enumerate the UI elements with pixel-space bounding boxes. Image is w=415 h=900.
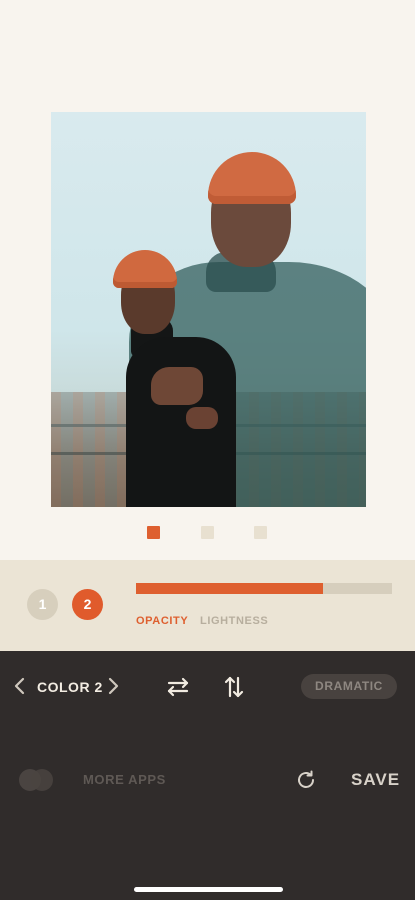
bottom-toolbar: COLOR 2 DRAMATIC MORE APPS SAVE — [0, 651, 415, 900]
color-chip-2[interactable]: 2 — [72, 589, 103, 620]
tab-opacity[interactable]: OPACITY — [136, 615, 188, 627]
photo-preview[interactable] — [51, 112, 366, 507]
preset-dramatic-button[interactable]: DRAMATIC — [301, 674, 397, 699]
page-dot-2[interactable] — [201, 526, 214, 539]
reset-icon[interactable] — [294, 768, 318, 792]
more-apps-icon[interactable] — [18, 768, 54, 792]
swap-vertical-icon[interactable] — [220, 673, 248, 701]
photo-figure-body — [126, 337, 236, 507]
home-indicator — [134, 887, 283, 892]
page-dot-3[interactable] — [254, 526, 267, 539]
photo-figure-hat — [113, 250, 177, 288]
canvas-area — [0, 0, 415, 560]
page-dot-1[interactable] — [147, 526, 160, 539]
chevron-right-icon[interactable] — [106, 675, 120, 697]
adjust-panel: 1 2 OPACITY LIGHTNESS — [0, 560, 415, 651]
photo-overlay-figure-hat — [208, 152, 296, 204]
save-button[interactable]: SAVE — [351, 770, 400, 790]
page-indicator — [0, 526, 415, 540]
chevron-left-icon[interactable] — [13, 675, 27, 697]
opacity-slider-fill — [136, 583, 323, 594]
tab-lightness[interactable]: LIGHTNESS — [200, 615, 268, 627]
color-label: COLOR 2 — [37, 679, 103, 695]
photo-figure-hand — [151, 367, 203, 405]
color-chip-1[interactable]: 1 — [27, 589, 58, 620]
more-apps-button[interactable]: MORE APPS — [83, 772, 166, 787]
photo-figure-hand-lower — [186, 407, 218, 429]
opacity-slider[interactable] — [136, 583, 392, 594]
swap-horizontal-icon[interactable] — [164, 673, 192, 701]
